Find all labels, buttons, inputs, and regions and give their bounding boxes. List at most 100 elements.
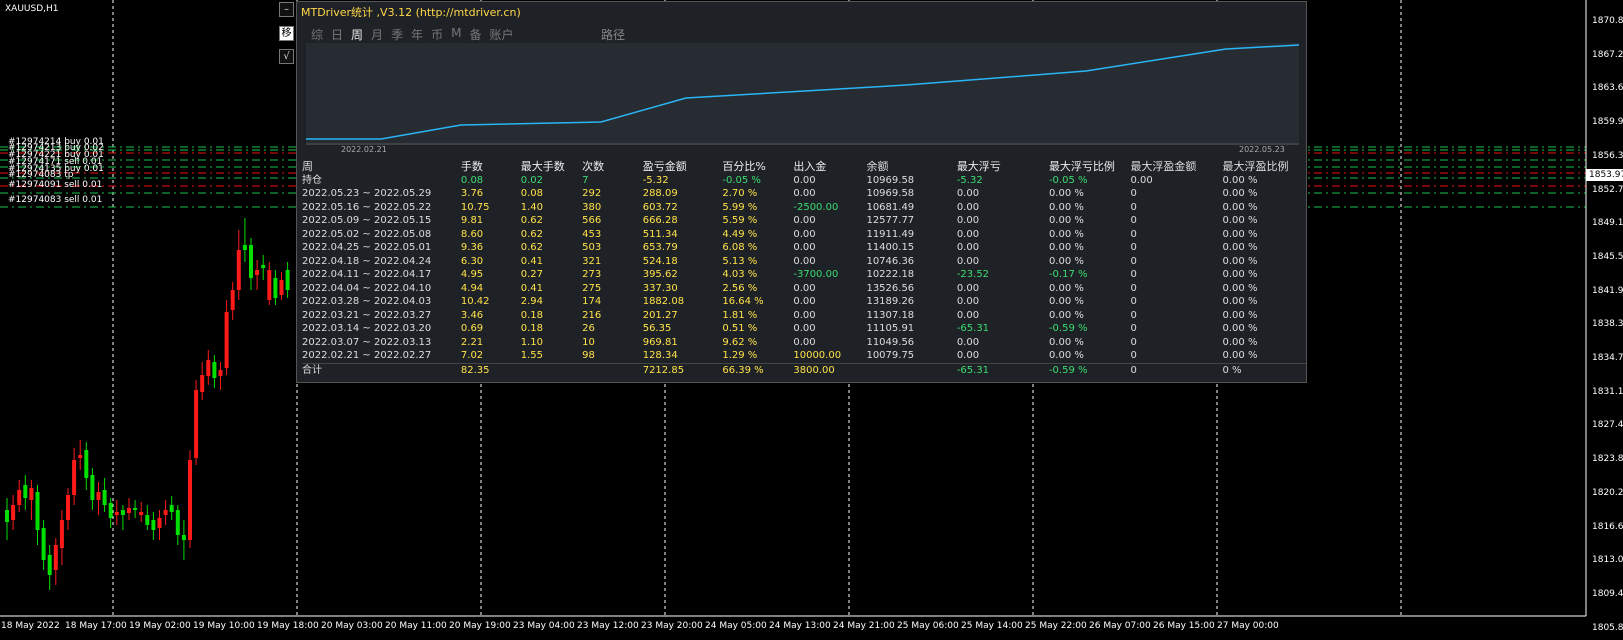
table-cell: 0.51 % [722,323,758,334]
table-cell: 5.13 % [722,255,758,267]
table-row[interactable]: 2022.03.07 ~ 2022.03.13 2.21 1.10 10 969.81 9… [302,336,1306,350]
table-row[interactable]: 2022.05.02 ~ 2022.05.08 8.60 0.62 453 511.34… [302,228,1306,242]
table-cell: 0 [1130,201,1137,213]
table-cell: 10.42 [460,296,490,307]
table-cell: 201.27 [642,309,678,321]
table-cell: 0 [1130,255,1137,267]
table-cell: 0.00 [956,242,980,253]
tab-8[interactable]: 备 [469,26,481,43]
candle-body [285,270,290,290]
candle-body [114,512,119,515]
table-cell: 10681.49 [866,201,915,213]
table-cell: 9.36 [460,242,484,253]
tab-7[interactable]: M [451,26,461,43]
candle-body [127,508,131,513]
table-cell: 0.18 [520,323,544,334]
table-cell: -0.59 % [1048,323,1088,334]
table-cell: 4.94 [460,282,484,294]
candle-body [102,490,107,505]
tab-0[interactable]: 综 [311,26,323,43]
tab-3[interactable]: 月 [371,26,383,43]
table-cell: 128.34 [642,350,678,361]
table-row[interactable]: 2022.03.28 ~ 2022.04.03 10.42 2.94 174 1882.… [302,295,1306,309]
tab-4[interactable]: 季 [391,26,403,43]
time-tick: 18 May 2022 [1,621,60,631]
minimize-button[interactable]: – [279,2,294,17]
time-tick: 24 May 05:00 [705,621,767,631]
table-cell: 0.00 % [1222,336,1258,348]
table-row[interactable]: 2022.04.18 ~ 2022.04.24 6.30 0.41 321 524.18… [302,255,1306,269]
table-cell: 3.76 [460,188,484,199]
time-tick: 19 May 02:00 [129,621,191,631]
price-tick: 1816.60 [1592,521,1623,532]
table-row[interactable]: 2022.04.25 ~ 2022.05.01 9.36 0.62 503 653.79… [302,241,1306,255]
table-cell: 0.00 % [1222,296,1258,307]
table-row[interactable]: 2022.03.21 ~ 2022.03.27 3.46 0.18 216 201.27… [302,309,1306,323]
table-cell: 0.08 [460,174,484,186]
order-label: #12974083 tp [8,170,74,180]
table-row[interactable]: 2022.05.23 ~ 2022.05.29 3.76 0.08 292 288.09… [302,187,1306,201]
period-tabs: 综日周月季年币 M 备账户 [311,26,522,43]
candle-body [17,490,22,505]
table-cell: -65.31 [956,323,990,334]
table-cell: 9.81 [460,215,484,226]
tab-9[interactable]: 账户 [489,26,513,43]
candle-body [188,460,192,540]
check-button[interactable]: √ [279,49,294,64]
table-row[interactable]: 持仓 0.08 0.02 7 -5.32 -0.05 % 0.00 10969.58 -5.32… [302,174,1306,188]
table-cell: 0.00 % [1222,350,1258,361]
table-cell: 0.62 [520,242,544,253]
table-cell: 2022.03.07 ~ 2022.03.13 [302,336,432,348]
table-row[interactable]: 2022.05.09 ~ 2022.05.15 9.81 0.62 566 666.28… [302,214,1306,228]
table-cell: 11049.56 [866,336,915,348]
table-row[interactable]: 2022.05.16 ~ 2022.05.22 10.75 1.40 380 603.7… [302,201,1306,215]
table-cell: 503 [582,242,602,253]
table-cell: 0.00 [793,255,816,267]
table-cell: 0.00 % [1048,255,1084,267]
tab-6[interactable]: 币 [431,26,443,43]
header-cell: 手数 [460,160,483,173]
tab-2[interactable]: 周 [351,26,363,43]
table-cell: 0.00 % [1222,309,1258,321]
price-tick: 1856.30 [1592,150,1623,161]
order-label: #12974083 sell 0.01 [8,195,103,205]
table-cell: 0.00 [956,296,980,307]
table-cell: 13189.26 [866,296,915,307]
price-tick: 1820.20 [1592,487,1623,498]
candle-body [279,280,284,295]
candle-body [212,362,217,378]
table-row[interactable]: 2022.04.04 ~ 2022.04.10 4.94 0.41 275 337.30… [302,282,1306,296]
table-row[interactable]: 2022.02.21 ~ 2022.02.27 7.02 1.55 98 128.34 1… [302,349,1306,363]
tab-5[interactable]: 年 [411,26,423,43]
tab-1[interactable]: 日 [331,26,343,43]
symbol-label: XAUUSD,H1 [5,4,59,14]
table-cell: 2022.03.14 ~ 2022.03.20 [302,323,432,334]
table-cell: 1.40 [520,201,544,213]
header-cell: 最大浮亏 [956,160,1001,173]
table-cell: 0.00 [793,296,816,307]
table-header: 周 手数 最大手数 次数 盈亏金额 百分比% 出入金 余额 最大浮亏 最大浮亏比例 最大浮盈金额 最大… [302,160,1306,174]
table-cell: 2022.04.18 ~ 2022.04.24 [302,255,432,267]
move-button[interactable]: 移 [279,26,294,41]
time-tick: 25 May 06:00 [897,621,959,631]
table-cell: 0 [1130,228,1137,240]
stats-panel[interactable]: MTDriver统计 ,V3.12 (http://mtdriver.cn) 综… [296,1,1307,383]
candle-body [47,555,52,575]
total-row[interactable]: 合计 82.35 7212.85 66.39 % 3800.00 -65.31 -0.59 … [302,362,1306,377]
table-row[interactable]: 2022.04.11 ~ 2022.04.17 4.95 0.27 273 395.62… [302,268,1306,282]
path-button[interactable]: 路径 [601,26,625,43]
candle-body [236,250,241,290]
table-row[interactable]: 2022.03.14 ~ 2022.03.20 0.69 0.18 26 56.35 0.… [302,322,1306,336]
table-cell: -0.05 % [1048,174,1088,186]
table-cell: 0.00 [793,242,816,253]
table-cell: 0.00 % [1048,350,1084,361]
table-cell: 0 [1130,269,1137,280]
table-cell: 0.00 % [1048,188,1084,199]
table-cell: -0.17 % [1048,269,1088,280]
table-cell: 216 [582,309,602,321]
table-cell: 0 [1130,215,1137,226]
table-cell: 10079.75 [866,350,915,361]
price-tick: 1813.00 [1592,555,1623,566]
table-cell: 10746.36 [866,255,915,267]
candle-body [163,510,168,515]
